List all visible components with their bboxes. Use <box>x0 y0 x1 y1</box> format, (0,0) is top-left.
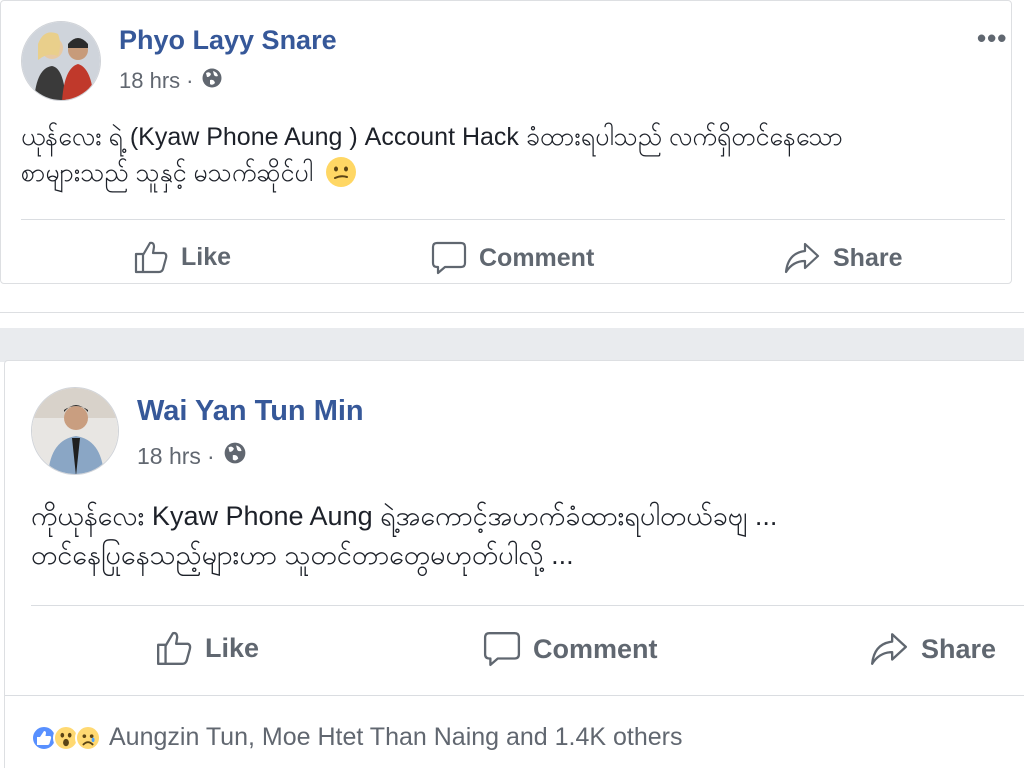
share-icon <box>784 242 820 274</box>
feed-separator-band <box>0 328 1024 362</box>
post-text-line: စာများသည် သူနှင့် မသက်ဆိုင်ပါ <box>21 155 1011 191</box>
comment-icon <box>431 241 467 275</box>
author-name[interactable]: Phyo Layy Snare <box>119 25 337 56</box>
post-text-line: ကိုယုန်လေး Kyaw Phone Aung ရဲ့အကောင့်အဟက… <box>31 501 778 531</box>
post-timestamp[interactable]: 18 hrs <box>119 68 180 94</box>
post-text-line: တင်နေပြုနေသည့်များဟာ သူတင်တာတွေမဟုတ်ပါလိ… <box>31 540 574 571</box>
more-options-icon[interactable]: ••• <box>977 25 1007 51</box>
feed-separator-line <box>0 312 1024 313</box>
post-text: ကိုယုန်လေး Kyaw Phone Aung ရဲ့အကောင့်အဟက… <box>31 497 1021 575</box>
thumbs-up-icon <box>157 631 192 665</box>
author-name[interactable]: Wai Yan Tun Min <box>137 395 364 428</box>
share-icon <box>871 633 907 665</box>
post-text: ယုန်လေး ရဲ့ (Kyaw Phone Aung ) Account H… <box>21 119 1011 192</box>
like-label: Like <box>205 632 260 663</box>
post-meta: 18 hrs · <box>137 441 247 471</box>
action-divider <box>31 605 1024 606</box>
reactions-summary[interactable]: Aungzin Tun, Moe Htet Than Naing and 1.4… <box>109 723 683 752</box>
like-label: Like <box>181 242 232 271</box>
author-avatar[interactable] <box>21 21 101 101</box>
meta-separator: · <box>206 442 215 469</box>
globe-icon <box>201 67 223 95</box>
post-card-2: Wai Yan Tun Min 18 hrs · ကိုယုန်လေး Kyaw… <box>4 360 1024 768</box>
post-text-line: ယုန်လေး ရဲ့ (Kyaw Phone Aung ) Account H… <box>21 123 843 151</box>
share-button[interactable]: Share <box>869 631 996 667</box>
like-button[interactable]: Like <box>155 629 259 667</box>
comment-label: Comment <box>479 243 595 272</box>
comment-button[interactable]: Comment <box>431 241 594 275</box>
action-divider <box>21 219 1005 220</box>
confused-face-emoji <box>325 157 356 188</box>
post-timestamp[interactable]: 18 hrs <box>137 443 201 470</box>
post-meta: 18 hrs · <box>119 67 223 95</box>
reactions-bar[interactable]: Aungzin Tun, Moe Htet Than Naing and 1.4… <box>31 723 683 752</box>
sad-reaction-icon <box>75 724 101 751</box>
share-button[interactable]: Share <box>783 241 902 275</box>
post-card-1: Phyo Layy Snare 18 hrs · ••• ယုန်လေး ရဲ့… <box>0 0 1012 284</box>
comment-icon <box>483 632 521 666</box>
share-label: Share <box>833 243 903 272</box>
globe-icon <box>223 441 247 471</box>
comment-label: Comment <box>533 633 658 664</box>
comment-button[interactable]: Comment <box>483 631 658 667</box>
like-button[interactable]: Like <box>133 239 231 275</box>
author-avatar[interactable] <box>31 387 119 475</box>
meta-separator: · <box>186 68 194 93</box>
thumbs-up-icon <box>134 241 168 274</box>
share-label: Share <box>921 633 997 664</box>
reactions-divider <box>5 695 1024 696</box>
